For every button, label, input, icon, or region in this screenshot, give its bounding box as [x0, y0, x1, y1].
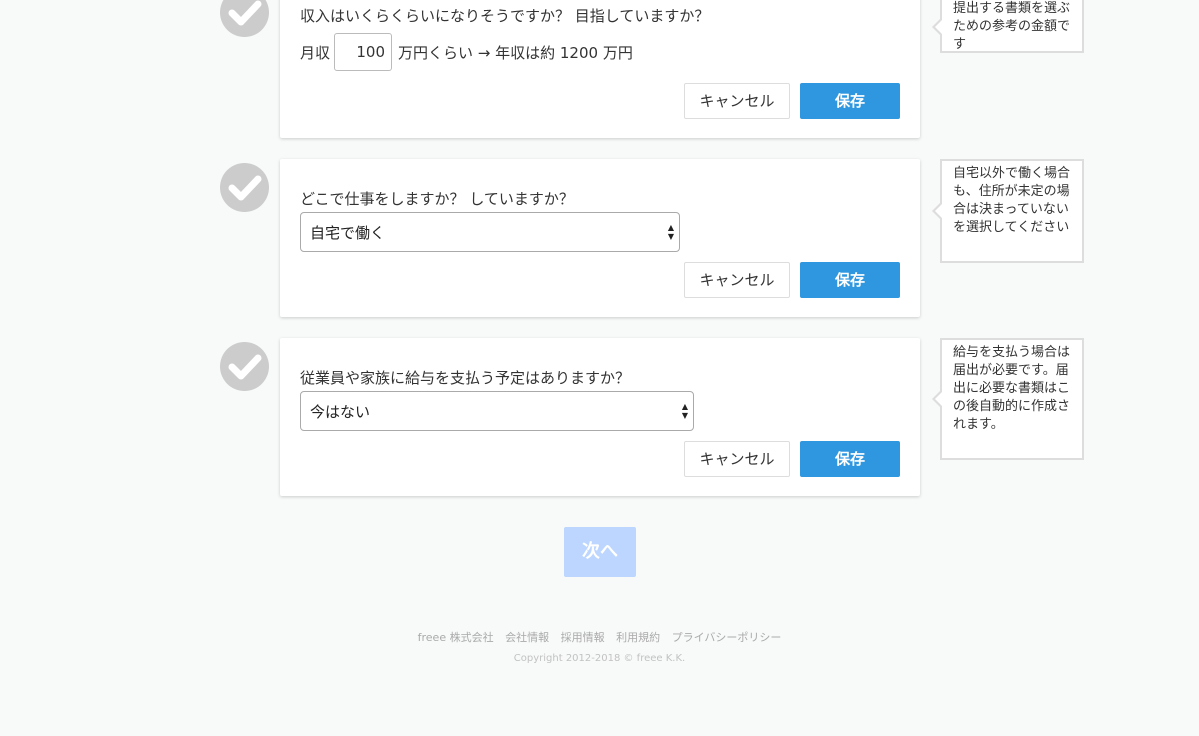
salary-help-text: 給与を支払う場合は届出が必要です。届出に必要な書類はこの後自動的に作成されます。 — [953, 345, 1071, 432]
workplace-help-tooltip: 自宅以外で働く場合も、住所が未定の場合は決まっていないを選択してください — [932, 159, 1084, 263]
income-row: 月収 万円くらい → 年収は約 1200 万円 — [300, 33, 633, 71]
select-arrows-icon: ▲ ▼ — [681, 402, 688, 420]
footer-link-company[interactable]: freee 株式会社 — [418, 631, 494, 644]
income-help-tooltip: 提出する書類を選ぶための参考の金額です — [932, 0, 1084, 53]
monthly-income-label: 月収 — [300, 43, 331, 62]
save-button[interactable]: 保存 — [800, 262, 900, 298]
footer-links: freee 株式会社 会社情報 採用情報 利用規約 プライバシーポリシー — [0, 629, 1199, 645]
salary-card: 従業員や家族に給与を支払う予定はありますか？ 今はない ▲ ▼ キャンセル 保存 — [280, 338, 920, 496]
save-button[interactable]: 保存 — [800, 441, 900, 477]
footer-link-privacy[interactable]: プライバシーポリシー — [672, 631, 782, 644]
workplace-card: どこで仕事をしますか？ していますか？ 自宅で働く ▲ ▼ キャンセル 保存 — [280, 159, 920, 317]
salary-select[interactable]: 今はない ▲ ▼ — [300, 391, 694, 431]
salary-select-value: 今はない — [310, 403, 371, 421]
save-button[interactable]: 保存 — [800, 83, 900, 119]
salary-help-tooltip: 給与を支払う場合は届出が必要です。届出に必要な書類はこの後自動的に作成されます。 — [932, 338, 1084, 460]
workplace-help-text: 自宅以外で働く場合も、住所が未定の場合は決まっていないを選択してください — [953, 166, 1071, 235]
footer-link-company-info[interactable]: 会社情報 — [505, 631, 549, 644]
workplace-question: どこで仕事をしますか？ していますか？ — [300, 190, 574, 208]
next-button[interactable]: 次へ — [564, 527, 636, 577]
income-question: 収入はいくらくらいになりそうですか？ 目指していますか？ — [300, 7, 710, 25]
footer-link-recruit[interactable]: 採用情報 — [561, 631, 605, 644]
cancel-button[interactable]: キャンセル — [684, 83, 790, 119]
completed-check-icon — [220, 0, 269, 37]
salary-question: 従業員や家族に給与を支払う予定はありますか？ — [300, 369, 631, 387]
monthly-income-input[interactable] — [334, 33, 393, 71]
copyright-text: Copyright 2012-2018 © freee K.K. — [513, 653, 686, 664]
workplace-select[interactable]: 自宅で働く ▲ ▼ — [300, 212, 680, 252]
workplace-select-value: 自宅で働く — [310, 224, 386, 242]
select-arrows-icon: ▲ ▼ — [667, 223, 674, 241]
completed-check-icon — [220, 342, 269, 391]
income-card: 収入はいくらくらいになりそうですか？ 目指していますか？ 月収 万円くらい → … — [280, 0, 920, 138]
footer-link-terms[interactable]: 利用規約 — [616, 631, 660, 644]
cancel-button[interactable]: キャンセル — [684, 441, 790, 477]
cancel-button[interactable]: キャンセル — [684, 262, 790, 298]
completed-check-icon — [220, 163, 269, 212]
income-help-text: 提出する書類を選ぶための参考の金額です — [953, 1, 1071, 52]
annual-income-text: 万円くらい → 年収は約 1200 万円 — [398, 43, 633, 62]
